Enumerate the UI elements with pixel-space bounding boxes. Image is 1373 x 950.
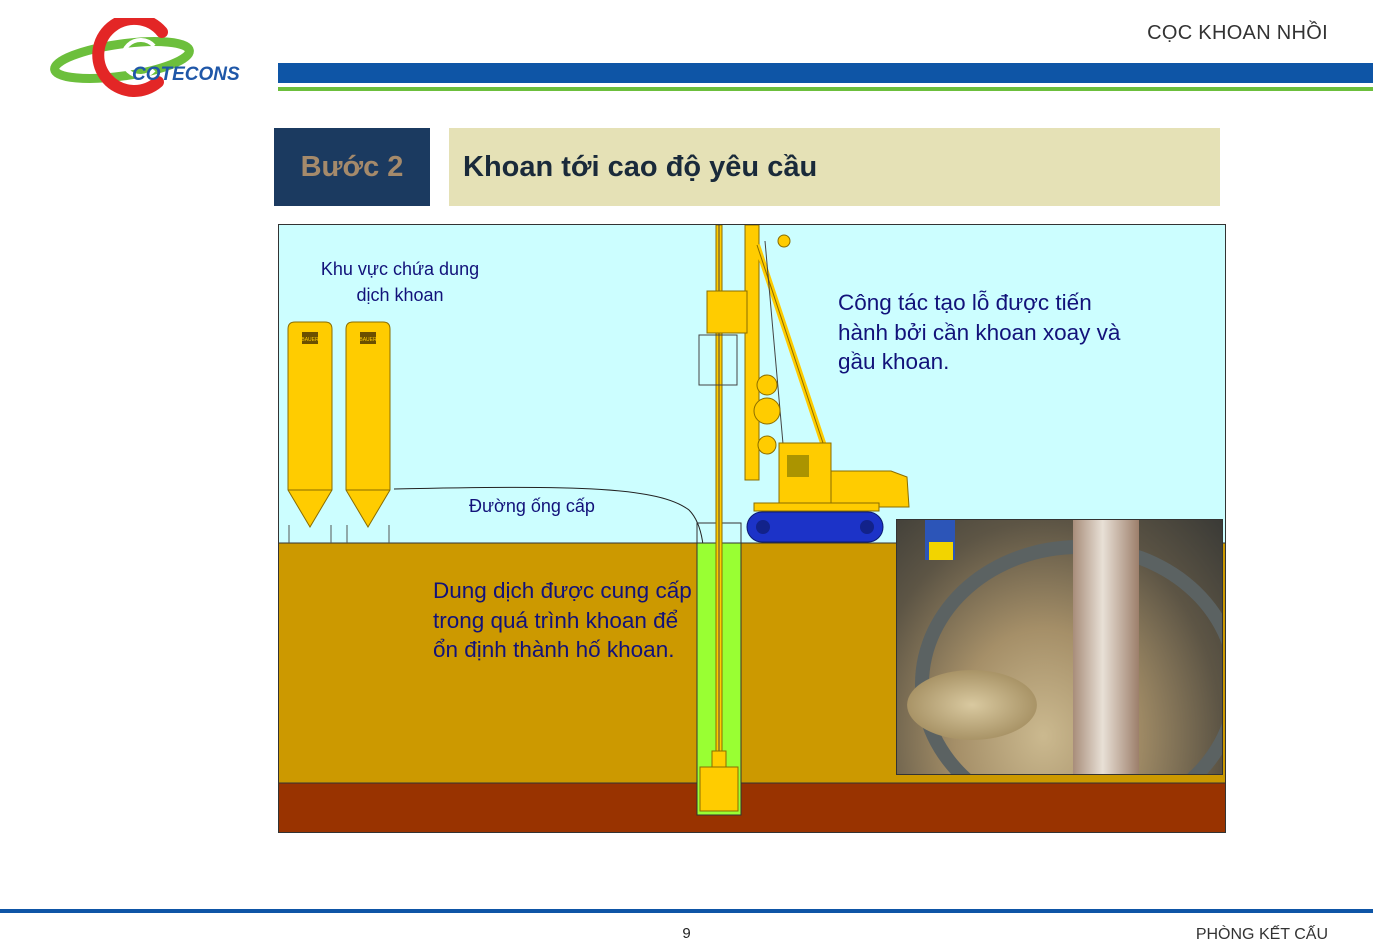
tank-badge-left: BAUER (301, 337, 319, 343)
slurry-note: Dung dịch được cung cấp trong quá trình … (433, 578, 692, 662)
tank-area-label: Khu vực chứa dung dịch khoan (320, 259, 480, 305)
logo-text: COTECONS (132, 64, 240, 85)
step-label: Bước 2 (300, 150, 404, 183)
footer-line (0, 909, 1373, 913)
footer-department: PHÒNG KẾT CẤU (1195, 926, 1328, 943)
logo-graphic: COTECONS (50, 13, 240, 97)
borehole-photo (896, 519, 1223, 775)
photo-kelly-pipe (1073, 520, 1139, 774)
document-title: CỌC KHOAN NHỒI (1147, 22, 1328, 44)
slide-title: Khoan tới cao độ yêu cầu (463, 150, 818, 183)
bedrock-layer (279, 783, 1225, 832)
supply-pipe-label: Đường ống cấp (469, 496, 595, 516)
tank-badge-right: BAUER (359, 337, 377, 343)
drilling-bucket (699, 766, 739, 812)
title-bar: Khoan tới cao độ yêu cầu (449, 128, 1220, 206)
page-number: 9 (682, 925, 691, 942)
photo-casing-rim (915, 540, 1222, 774)
header-blue-bar (278, 63, 1373, 83)
rig-note: Công tác tạo lỗ được tiến hành bởi cần k… (838, 290, 1121, 374)
header-green-bar (278, 87, 1373, 91)
step-badge: Bước 2 (274, 128, 430, 206)
rig-mast (744, 224, 760, 481)
cotecons-logo: COTECONS (50, 13, 250, 98)
photo-slurry-splash (907, 670, 1037, 740)
rig-body (830, 470, 910, 508)
rotary-head (706, 290, 748, 334)
